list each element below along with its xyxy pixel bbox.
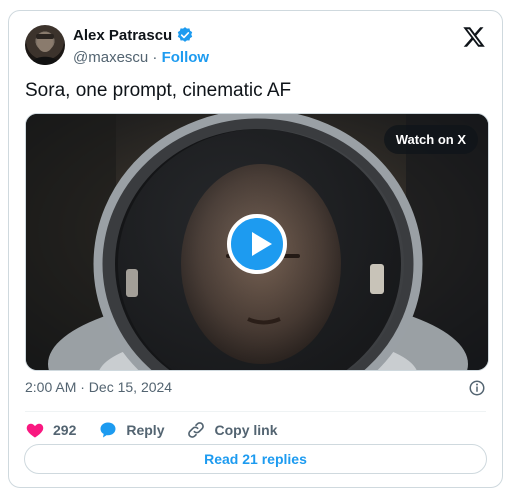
avatar-image xyxy=(30,32,60,65)
like-count: 292 xyxy=(53,422,77,438)
verified-badge-icon xyxy=(178,27,193,42)
read-replies-button[interactable]: Read 21 replies xyxy=(24,444,487,474)
x-logo-icon[interactable] xyxy=(462,25,486,49)
reply-button[interactable]: Reply xyxy=(98,420,164,440)
play-icon[interactable] xyxy=(227,214,287,274)
copy-link-label: Copy link xyxy=(214,422,278,438)
tweet-timestamp[interactable]: 2:00 AM · Dec 15, 2024 xyxy=(25,379,172,395)
actions-divider xyxy=(25,411,486,412)
handle-separator: · xyxy=(152,49,158,66)
copy-link-button[interactable]: Copy link xyxy=(186,420,278,440)
heart-icon xyxy=(26,423,44,438)
video-player[interactable]: Watch on X xyxy=(25,113,489,371)
author-handle[interactable]: @maxescu xyxy=(73,49,148,66)
like-button[interactable]: 292 xyxy=(25,420,76,440)
watch-on-x-button[interactable]: Watch on X xyxy=(383,125,478,154)
author-name[interactable]: Alex Patrascu xyxy=(73,27,172,44)
reply-bubble-icon xyxy=(100,422,116,438)
tweet-text: Sora, one prompt, cinematic AF xyxy=(25,80,292,101)
tweet-actions: 292 Reply Copy link xyxy=(25,415,300,445)
follow-button[interactable]: Follow xyxy=(162,49,210,66)
avatar[interactable] xyxy=(25,25,65,65)
link-icon xyxy=(188,422,205,438)
reply-label: Reply xyxy=(126,422,165,438)
tweet-card: Alex Patrascu @maxescu · Follow Sora, on… xyxy=(8,10,503,488)
author-handle-row: @maxescu · Follow xyxy=(73,49,209,66)
info-icon[interactable] xyxy=(468,379,486,397)
author-name-row: Alex Patrascu xyxy=(73,26,194,44)
